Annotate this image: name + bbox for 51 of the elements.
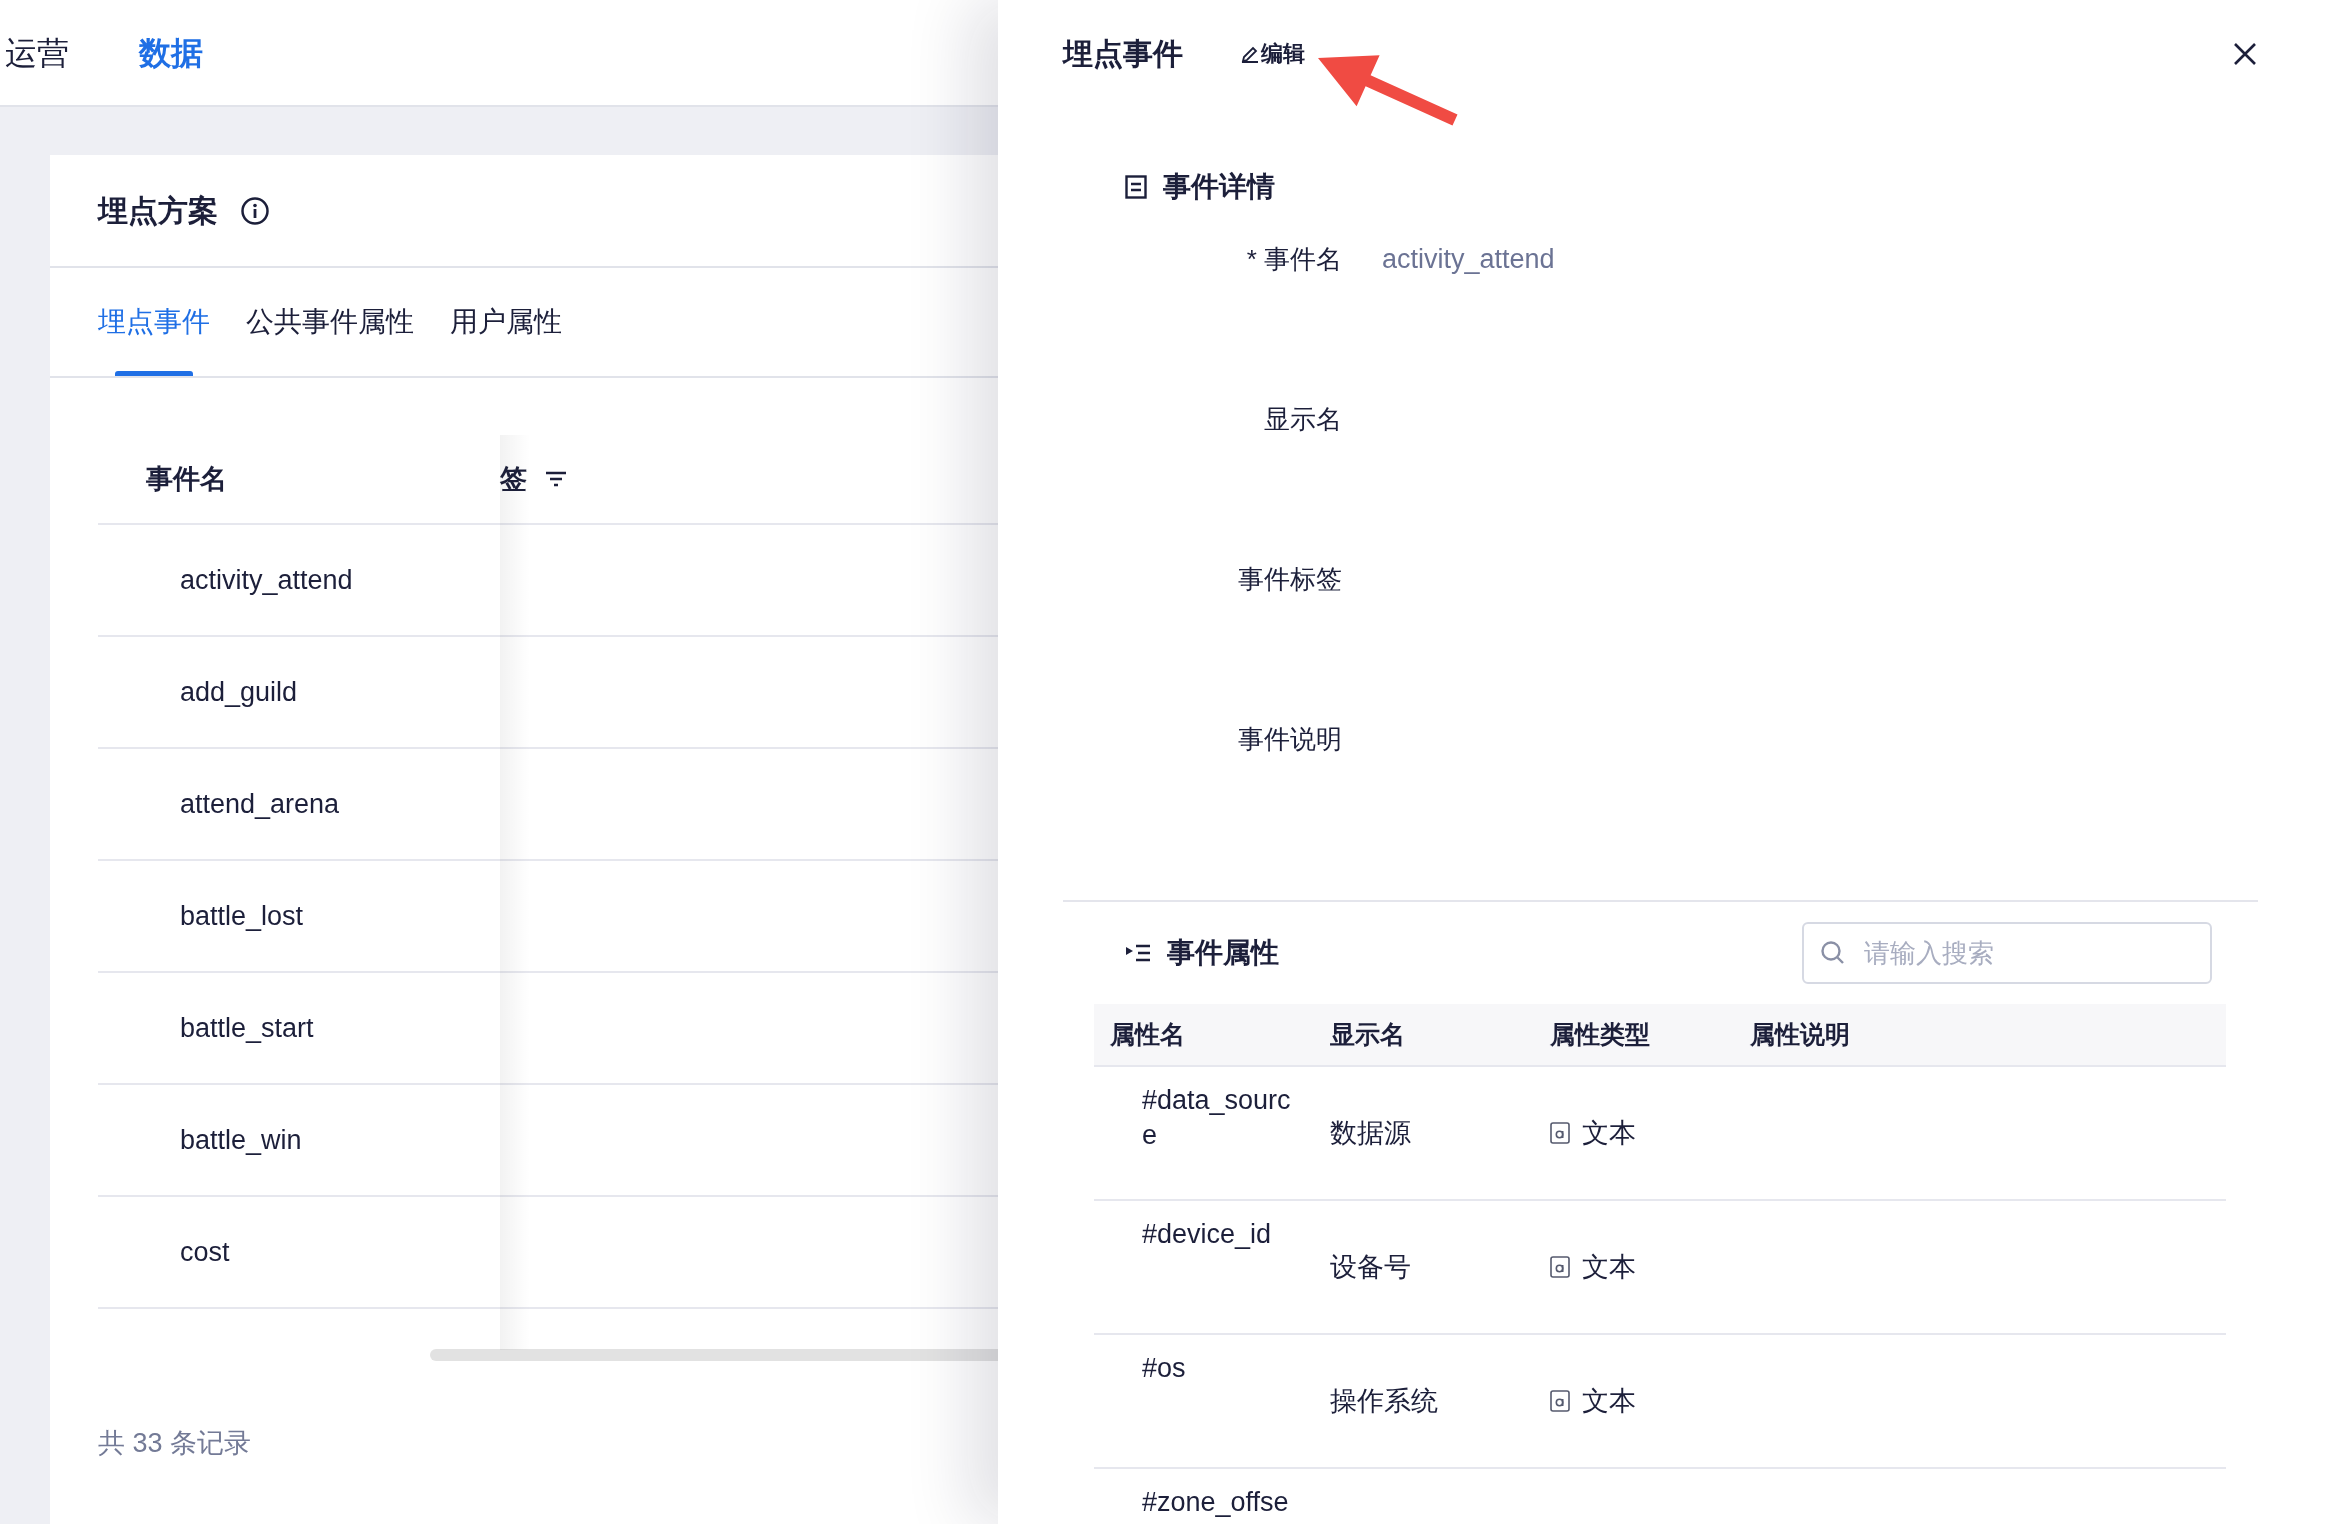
table-cell-text: #zone_offse — [1142, 1486, 1290, 1519]
scrollbar[interactable] — [430, 1349, 998, 1361]
table-cell-text: 设备号 — [1330, 1250, 1411, 1284]
text-type-icon — [1550, 1256, 1570, 1278]
table-cell-text: #data_source — [1142, 1084, 1292, 1153]
table-cell-text: 文本 — [1582, 1250, 1636, 1284]
table-cell-text: cost — [179, 1235, 231, 1269]
table-cell-text: 文本 — [1582, 1384, 1636, 1418]
column-header: 签 — [500, 462, 527, 496]
table-cell-text: #device_id — [1142, 1218, 1273, 1251]
column-header: 属性名 — [1109, 1018, 1186, 1050]
column-header: 属性说明 — [1750, 1018, 1850, 1050]
search-field[interactable]: 请输入搜索 — [1802, 922, 2212, 984]
edit-button[interactable]: 编辑 — [1241, 37, 1305, 70]
section-title: 事件详情 — [1163, 170, 1275, 204]
table-cell-text: #os — [1142, 1352, 1187, 1385]
nav-tab[interactable]: 数据 — [139, 28, 203, 77]
tab[interactable]: 用户属性 — [450, 268, 562, 376]
tab[interactable]: 埋点事件 — [98, 268, 210, 376]
card-title: 埋点方案 — [98, 193, 218, 229]
column-header: 属性类型 — [1550, 1018, 1651, 1050]
table-cell-text: 操作系统 — [1330, 1384, 1438, 1418]
field-label: 事件说明 — [1237, 722, 1342, 756]
section-title: 事件属性 — [1167, 936, 1279, 970]
table-cell-text: 数据源 — [1330, 1116, 1411, 1150]
search-icon — [1820, 940, 1846, 966]
pencil-icon — [1241, 44, 1259, 63]
table-cell-text: add_guild — [179, 675, 299, 709]
field-label: 事件标签 — [1237, 562, 1342, 596]
field-label: * 事件名 — [1245, 242, 1342, 276]
table-cell-text: battle_start — [179, 1011, 315, 1045]
table-cell-text: battle_lost — [179, 899, 305, 933]
drawer-title: 埋点事件 — [1063, 36, 1183, 72]
nav-tab[interactable]: 运营 — [5, 28, 69, 77]
column-header: 事件名 — [145, 462, 228, 496]
column-header: 显示名 — [1330, 1018, 1406, 1050]
record-count: 共 33 条记录 — [98, 1427, 253, 1460]
table-cell-text: attend_arena — [179, 787, 341, 821]
list-icon — [1125, 943, 1151, 963]
info-icon[interactable] — [240, 195, 270, 226]
filter-icon[interactable] — [545, 470, 567, 488]
table-cell-text: battle_win — [179, 1123, 303, 1157]
close-icon[interactable] — [2232, 40, 2258, 67]
table-cell-text: 文本 — [1582, 1116, 1636, 1150]
text-type-icon — [1550, 1122, 1570, 1144]
document-icon — [1125, 175, 1147, 199]
field-value: activity_attend — [1382, 242, 1555, 276]
field-label: 显示名 — [1263, 402, 1342, 436]
table-cell-text: activity_attend — [179, 563, 354, 597]
text-type-icon — [1550, 1390, 1570, 1412]
tab[interactable]: 公共事件属性 — [246, 268, 414, 376]
